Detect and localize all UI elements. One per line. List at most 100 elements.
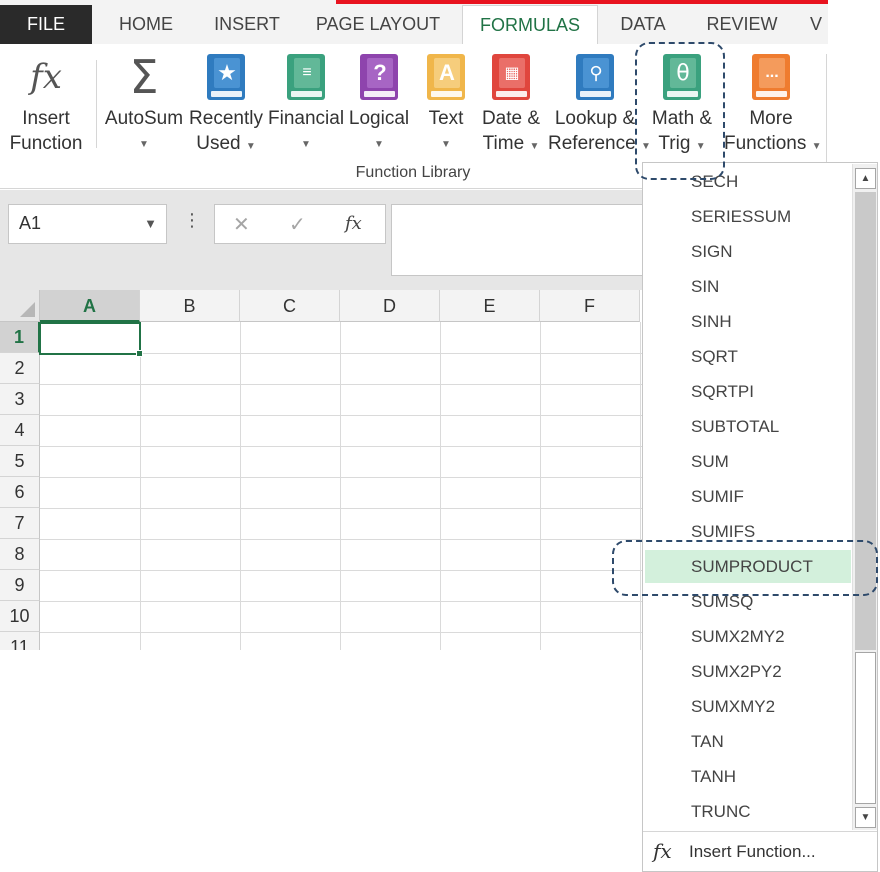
- menu-item-trunc[interactable]: TRUNC: [645, 795, 851, 828]
- menu-item-sumxmy2[interactable]: SUMXMY2: [645, 690, 851, 723]
- menu-item-seriessum[interactable]: SERIESSUM: [645, 200, 851, 233]
- column-header-a[interactable]: A: [40, 290, 140, 322]
- book-pages: [756, 91, 787, 97]
- scroll-up-icon[interactable]: ▲: [855, 168, 876, 189]
- row-header-7[interactable]: 7: [0, 508, 40, 539]
- row-header-3[interactable]: 3: [0, 384, 40, 415]
- menu-item-sum[interactable]: SUM: [645, 445, 851, 478]
- chevron-down-icon: ▼: [245, 141, 256, 152]
- date-time-button[interactable]: ▦ Date & Time ▼: [478, 44, 544, 162]
- chevron-down-icon: ▼: [529, 141, 540, 152]
- recently-used-label-line1: Recently: [189, 108, 263, 129]
- row-header-5[interactable]: 5: [0, 446, 40, 477]
- text-button[interactable]: A Text ▼: [418, 44, 474, 162]
- grid-line: [40, 539, 642, 540]
- menu-item-tanh[interactable]: TANH: [645, 760, 851, 793]
- text-label: Text: [428, 108, 464, 129]
- menu-item-sin[interactable]: SIN: [645, 270, 851, 303]
- menu-item-sumx2my2[interactable]: SUMX2MY2: [645, 620, 851, 653]
- column-header-e[interactable]: E: [440, 290, 540, 322]
- chevron-down-icon: ▼: [441, 139, 451, 150]
- menu-item-sqrtpi[interactable]: SQRTPI: [645, 375, 851, 408]
- lookup-reference-label-line1: Lookup &: [554, 108, 636, 129]
- book-pages: [580, 91, 611, 97]
- spreadsheet-grid: A B C D E F 1 2 3 4 5 6 7 8 9 10 11: [0, 290, 642, 650]
- row-header-1[interactable]: 1: [0, 322, 40, 353]
- tab-formulas[interactable]: FORMULAS: [462, 5, 598, 45]
- scrollbar-thumb[interactable]: [855, 652, 876, 804]
- insert-function-button[interactable]: fx Insert Function: [0, 44, 92, 162]
- grid-line: [40, 477, 642, 478]
- book-pages: [431, 91, 462, 97]
- name-box[interactable]: A1 ▼: [8, 204, 167, 244]
- star-glyph: ★: [214, 58, 240, 88]
- financial-button[interactable]: ≡ Financial ▼: [268, 44, 344, 162]
- book-pages: [364, 91, 395, 97]
- menu-scrollbar[interactable]: ▲ ▼: [852, 164, 877, 830]
- fx-icon: fx: [653, 839, 672, 863]
- tab-home[interactable]: HOME: [100, 5, 192, 44]
- row-header-2[interactable]: 2: [0, 353, 40, 384]
- grid-line: [40, 384, 642, 385]
- date-time-label-text: Time: [482, 133, 525, 154]
- logical-button[interactable]: ? Logical ▼: [346, 44, 412, 162]
- title-accent-line: [336, 0, 828, 4]
- column-header-d[interactable]: D: [340, 290, 440, 322]
- column-header-b[interactable]: B: [140, 290, 240, 322]
- name-box-value: A1: [19, 213, 42, 233]
- menu-item-sumx2py2[interactable]: SUMX2PY2: [645, 655, 851, 688]
- letter-a-glyph: A: [434, 58, 460, 88]
- more-functions-label: More Functions ▼: [724, 106, 822, 159]
- active-cell-a1[interactable]: [39, 322, 141, 355]
- magnifier-glyph: ⚲: [583, 58, 609, 88]
- coins-glyph: ≡: [294, 58, 320, 88]
- row-header-9[interactable]: 9: [0, 570, 40, 601]
- sigma-icon: Σ: [129, 50, 159, 104]
- more-functions-button[interactable]: ... More Functions ▼: [724, 44, 822, 162]
- lookup-reference-button[interactable]: ⚲ Lookup & Reference ▼: [548, 44, 651, 162]
- menu-item-sumif[interactable]: SUMIF: [645, 480, 851, 513]
- tab-review[interactable]: REVIEW: [696, 5, 788, 44]
- autosum-button[interactable]: Σ AutoSum ▼: [102, 44, 186, 162]
- insert-function-menu-item[interactable]: fx Insert Function...: [643, 831, 877, 871]
- tab-insert[interactable]: INSERT: [200, 5, 294, 44]
- menu-item-tan[interactable]: TAN: [645, 725, 851, 758]
- enter-icon[interactable]: ✓: [289, 212, 306, 237]
- recently-used-button[interactable]: ★ Recently Used ▼: [188, 44, 264, 162]
- menu-item-subtotal[interactable]: SUBTOTAL: [645, 410, 851, 443]
- formula-bar: A1 ▼ ⋮ ✕ ✓ fx: [0, 190, 651, 290]
- fill-handle[interactable]: [136, 350, 143, 357]
- row-header-8[interactable]: 8: [0, 539, 40, 570]
- tab-data[interactable]: DATA: [608, 5, 678, 44]
- menu-item-sqrt[interactable]: SQRT: [645, 340, 851, 373]
- tab-view-partial[interactable]: V: [810, 5, 828, 44]
- tab-page-layout[interactable]: PAGE LAYOUT: [304, 5, 452, 44]
- select-all-corner[interactable]: [0, 290, 40, 322]
- insert-function-label-line1: Insert: [22, 108, 70, 129]
- column-header-c[interactable]: C: [240, 290, 340, 322]
- more-functions-label-line2: Functions ▼: [724, 131, 822, 159]
- chevron-down-icon[interactable]: ▼: [144, 216, 157, 231]
- grid-line: [40, 446, 642, 447]
- scroll-down-icon[interactable]: ▼: [855, 807, 876, 828]
- fx-icon[interactable]: fx: [345, 213, 362, 234]
- cancel-icon[interactable]: ✕: [233, 212, 250, 237]
- row-header-6[interactable]: 6: [0, 477, 40, 508]
- ribbon-separator: [826, 54, 827, 174]
- menu-item-sign[interactable]: SIGN: [645, 235, 851, 268]
- row-header-4[interactable]: 4: [0, 415, 40, 446]
- tab-file[interactable]: FILE: [0, 5, 92, 44]
- grid-line: [40, 415, 642, 416]
- row-header-10[interactable]: 10: [0, 601, 40, 632]
- menu-item-sinh[interactable]: SINH: [645, 305, 851, 338]
- grid-line: [40, 570, 642, 571]
- recently-used-label-line2: Used ▼: [188, 131, 264, 159]
- date-time-label: Date & Time ▼: [478, 106, 544, 159]
- formula-input[interactable]: [391, 204, 651, 276]
- date-time-label-line1: Date &: [481, 108, 541, 129]
- vertical-dots-icon[interactable]: ⋮: [183, 210, 201, 231]
- row-header-11[interactable]: 11: [0, 632, 40, 650]
- formula-buttons: ✕ ✓ fx: [214, 204, 386, 244]
- column-header-f[interactable]: F: [540, 290, 640, 322]
- fx-icon: fx: [30, 57, 62, 97]
